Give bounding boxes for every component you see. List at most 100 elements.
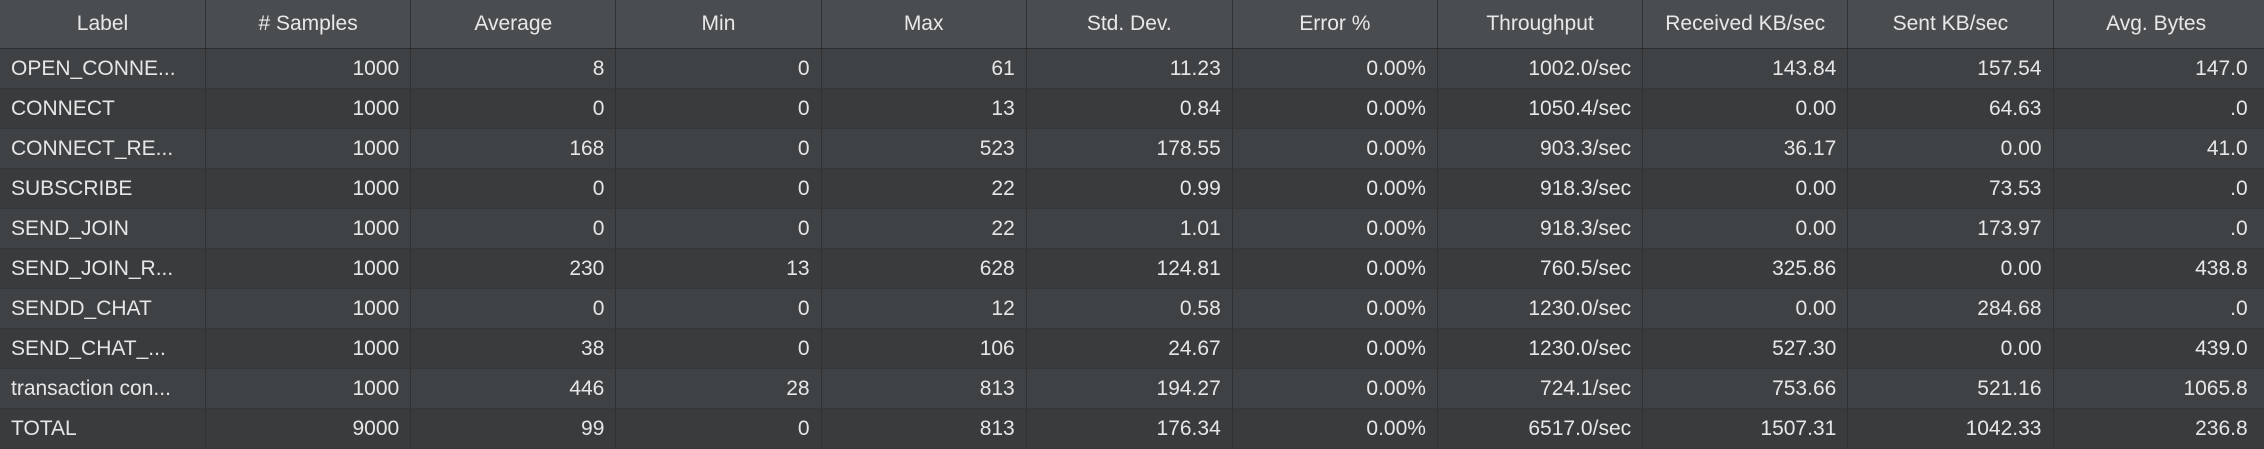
cell-throughput[interactable]: 1230.0/sec [1438, 329, 1644, 368]
table-row[interactable]: CONNECT 1000 0 0 13 0.84 0.00% 1050.4/sec 0.00 64… [0, 89, 2264, 129]
cell-samples[interactable]: 1000 [206, 369, 412, 408]
cell-avg-bytes[interactable]: .0 [2054, 169, 2259, 208]
cell-received-kb[interactable]: 0.00 [1643, 169, 1849, 208]
cell-throughput[interactable]: 1230.0/sec [1438, 289, 1644, 328]
cell-max[interactable]: 61 [822, 49, 1027, 88]
cell-samples[interactable]: 1000 [206, 329, 412, 368]
column-header-samples[interactable]: # Samples [206, 0, 412, 48]
cell-label[interactable]: CONNECT [0, 89, 206, 128]
cell-error-pct[interactable]: 0.00% [1233, 369, 1438, 408]
table-row[interactable]: CONNECT_RE... 1000 168 0 523 178.55 0.00% 903.3… [0, 129, 2264, 169]
cell-error-pct[interactable]: 0.00% [1233, 329, 1438, 368]
column-header-std-dev[interactable]: Std. Dev. [1027, 0, 1233, 48]
cell-error-pct[interactable]: 0.00% [1233, 49, 1438, 88]
cell-max[interactable]: 106 [822, 329, 1027, 368]
cell-received-kb[interactable]: 527.30 [1643, 329, 1849, 368]
cell-sent-kb[interactable]: 157.54 [1848, 49, 2054, 88]
cell-sent-kb[interactable]: 0.00 [1848, 129, 2054, 168]
cell-average[interactable]: 168 [411, 129, 617, 168]
cell-min[interactable]: 0 [616, 49, 822, 88]
cell-error-pct[interactable]: 0.00% [1233, 249, 1438, 288]
cell-avg-bytes[interactable]: .0 [2054, 289, 2259, 328]
cell-min[interactable]: 0 [616, 89, 822, 128]
cell-average[interactable]: 0 [411, 169, 617, 208]
cell-min[interactable]: 0 [616, 329, 822, 368]
cell-max[interactable]: 22 [822, 209, 1027, 248]
cell-samples[interactable]: 1000 [206, 209, 412, 248]
cell-min[interactable]: 28 [616, 369, 822, 408]
cell-received-kb[interactable]: 1507.31 [1643, 409, 1849, 448]
cell-error-pct[interactable]: 0.00% [1233, 89, 1438, 128]
table-row[interactable]: transaction con... 1000 446 28 813 194.27 0.00… [0, 369, 2264, 409]
cell-error-pct[interactable]: 0.00% [1233, 129, 1438, 168]
cell-throughput[interactable]: 918.3/sec [1438, 169, 1644, 208]
cell-std-dev[interactable]: 124.81 [1027, 249, 1233, 288]
cell-max[interactable]: 22 [822, 169, 1027, 208]
cell-throughput[interactable]: 6517.0/sec [1438, 409, 1644, 448]
cell-received-kb[interactable]: 0.00 [1643, 289, 1849, 328]
cell-std-dev[interactable]: 0.99 [1027, 169, 1233, 208]
cell-received-kb[interactable]: 0.00 [1643, 89, 1849, 128]
cell-sent-kb[interactable]: 284.68 [1848, 289, 2054, 328]
cell-average[interactable]: 446 [411, 369, 617, 408]
cell-avg-bytes[interactable]: 1065.8 [2054, 369, 2259, 408]
cell-avg-bytes[interactable]: 41.0 [2054, 129, 2259, 168]
cell-error-pct[interactable]: 0.00% [1233, 169, 1438, 208]
cell-min[interactable]: 0 [616, 209, 822, 248]
cell-min[interactable]: 0 [616, 169, 822, 208]
cell-throughput[interactable]: 903.3/sec [1438, 129, 1644, 168]
table-row[interactable]: SENDD_CHAT 1000 0 0 12 0.58 0.00% 1230.0/sec 0.0… [0, 289, 2264, 329]
cell-label[interactable]: TOTAL [0, 409, 206, 448]
column-header-throughput[interactable]: Throughput [1438, 0, 1644, 48]
cell-average[interactable]: 8 [411, 49, 617, 88]
cell-avg-bytes[interactable]: 439.0 [2054, 329, 2259, 368]
cell-throughput[interactable]: 918.3/sec [1438, 209, 1644, 248]
cell-label[interactable]: SEND_JOIN_R... [0, 249, 206, 288]
column-header-min[interactable]: Min [616, 0, 822, 48]
cell-sent-kb[interactable]: 173.97 [1848, 209, 2054, 248]
cell-label[interactable]: SENDD_CHAT [0, 289, 206, 328]
table-row[interactable]: OPEN_CONNE... 1000 8 0 61 11.23 0.00% 1002.0/se… [0, 49, 2264, 89]
cell-min[interactable]: 0 [616, 409, 822, 448]
cell-sent-kb[interactable]: 73.53 [1848, 169, 2054, 208]
cell-avg-bytes[interactable]: 147.0 [2054, 49, 2259, 88]
cell-max[interactable]: 13 [822, 89, 1027, 128]
cell-sent-kb[interactable]: 521.16 [1848, 369, 2054, 408]
cell-std-dev[interactable]: 0.58 [1027, 289, 1233, 328]
cell-label[interactable]: transaction con... [0, 369, 206, 408]
cell-samples[interactable]: 1000 [206, 289, 412, 328]
cell-error-pct[interactable]: 0.00% [1233, 209, 1438, 248]
cell-samples[interactable]: 1000 [206, 89, 412, 128]
cell-samples[interactable]: 1000 [206, 169, 412, 208]
table-row[interactable]: SEND_CHAT_... 1000 38 0 106 24.67 0.00% 1230.0/… [0, 329, 2264, 369]
column-header-sent-kb[interactable]: Sent KB/sec [1848, 0, 2054, 48]
cell-received-kb[interactable]: 753.66 [1643, 369, 1849, 408]
column-header-label[interactable]: Label [0, 0, 206, 48]
cell-average[interactable]: 38 [411, 329, 617, 368]
cell-max[interactable]: 12 [822, 289, 1027, 328]
column-header-avg-bytes[interactable]: Avg. Bytes [2054, 0, 2259, 48]
cell-received-kb[interactable]: 0.00 [1643, 209, 1849, 248]
cell-label[interactable]: CONNECT_RE... [0, 129, 206, 168]
cell-samples[interactable]: 9000 [206, 409, 412, 448]
column-header-received-kb[interactable]: Received KB/sec [1643, 0, 1849, 48]
cell-average[interactable]: 230 [411, 249, 617, 288]
cell-average[interactable]: 0 [411, 289, 617, 328]
cell-error-pct[interactable]: 0.00% [1233, 289, 1438, 328]
cell-std-dev[interactable]: 1.01 [1027, 209, 1233, 248]
table-row[interactable]: SUBSCRIBE 1000 0 0 22 0.99 0.00% 918.3/sec 0.00 7… [0, 169, 2264, 209]
cell-received-kb[interactable]: 36.17 [1643, 129, 1849, 168]
table-row[interactable]: TOTAL 9000 99 0 813 176.34 0.00% 6517.0/sec 1507… [0, 409, 2264, 449]
cell-received-kb[interactable]: 325.86 [1643, 249, 1849, 288]
cell-sent-kb[interactable]: 1042.33 [1848, 409, 2054, 448]
cell-min[interactable]: 0 [616, 289, 822, 328]
cell-label[interactable]: SEND_JOIN [0, 209, 206, 248]
cell-avg-bytes[interactable]: .0 [2054, 89, 2259, 128]
cell-std-dev[interactable]: 0.84 [1027, 89, 1233, 128]
column-header-average[interactable]: Average [411, 0, 617, 48]
cell-std-dev[interactable]: 24.67 [1027, 329, 1233, 368]
cell-min[interactable]: 0 [616, 129, 822, 168]
cell-throughput[interactable]: 760.5/sec [1438, 249, 1644, 288]
cell-std-dev[interactable]: 194.27 [1027, 369, 1233, 408]
cell-average[interactable]: 0 [411, 209, 617, 248]
